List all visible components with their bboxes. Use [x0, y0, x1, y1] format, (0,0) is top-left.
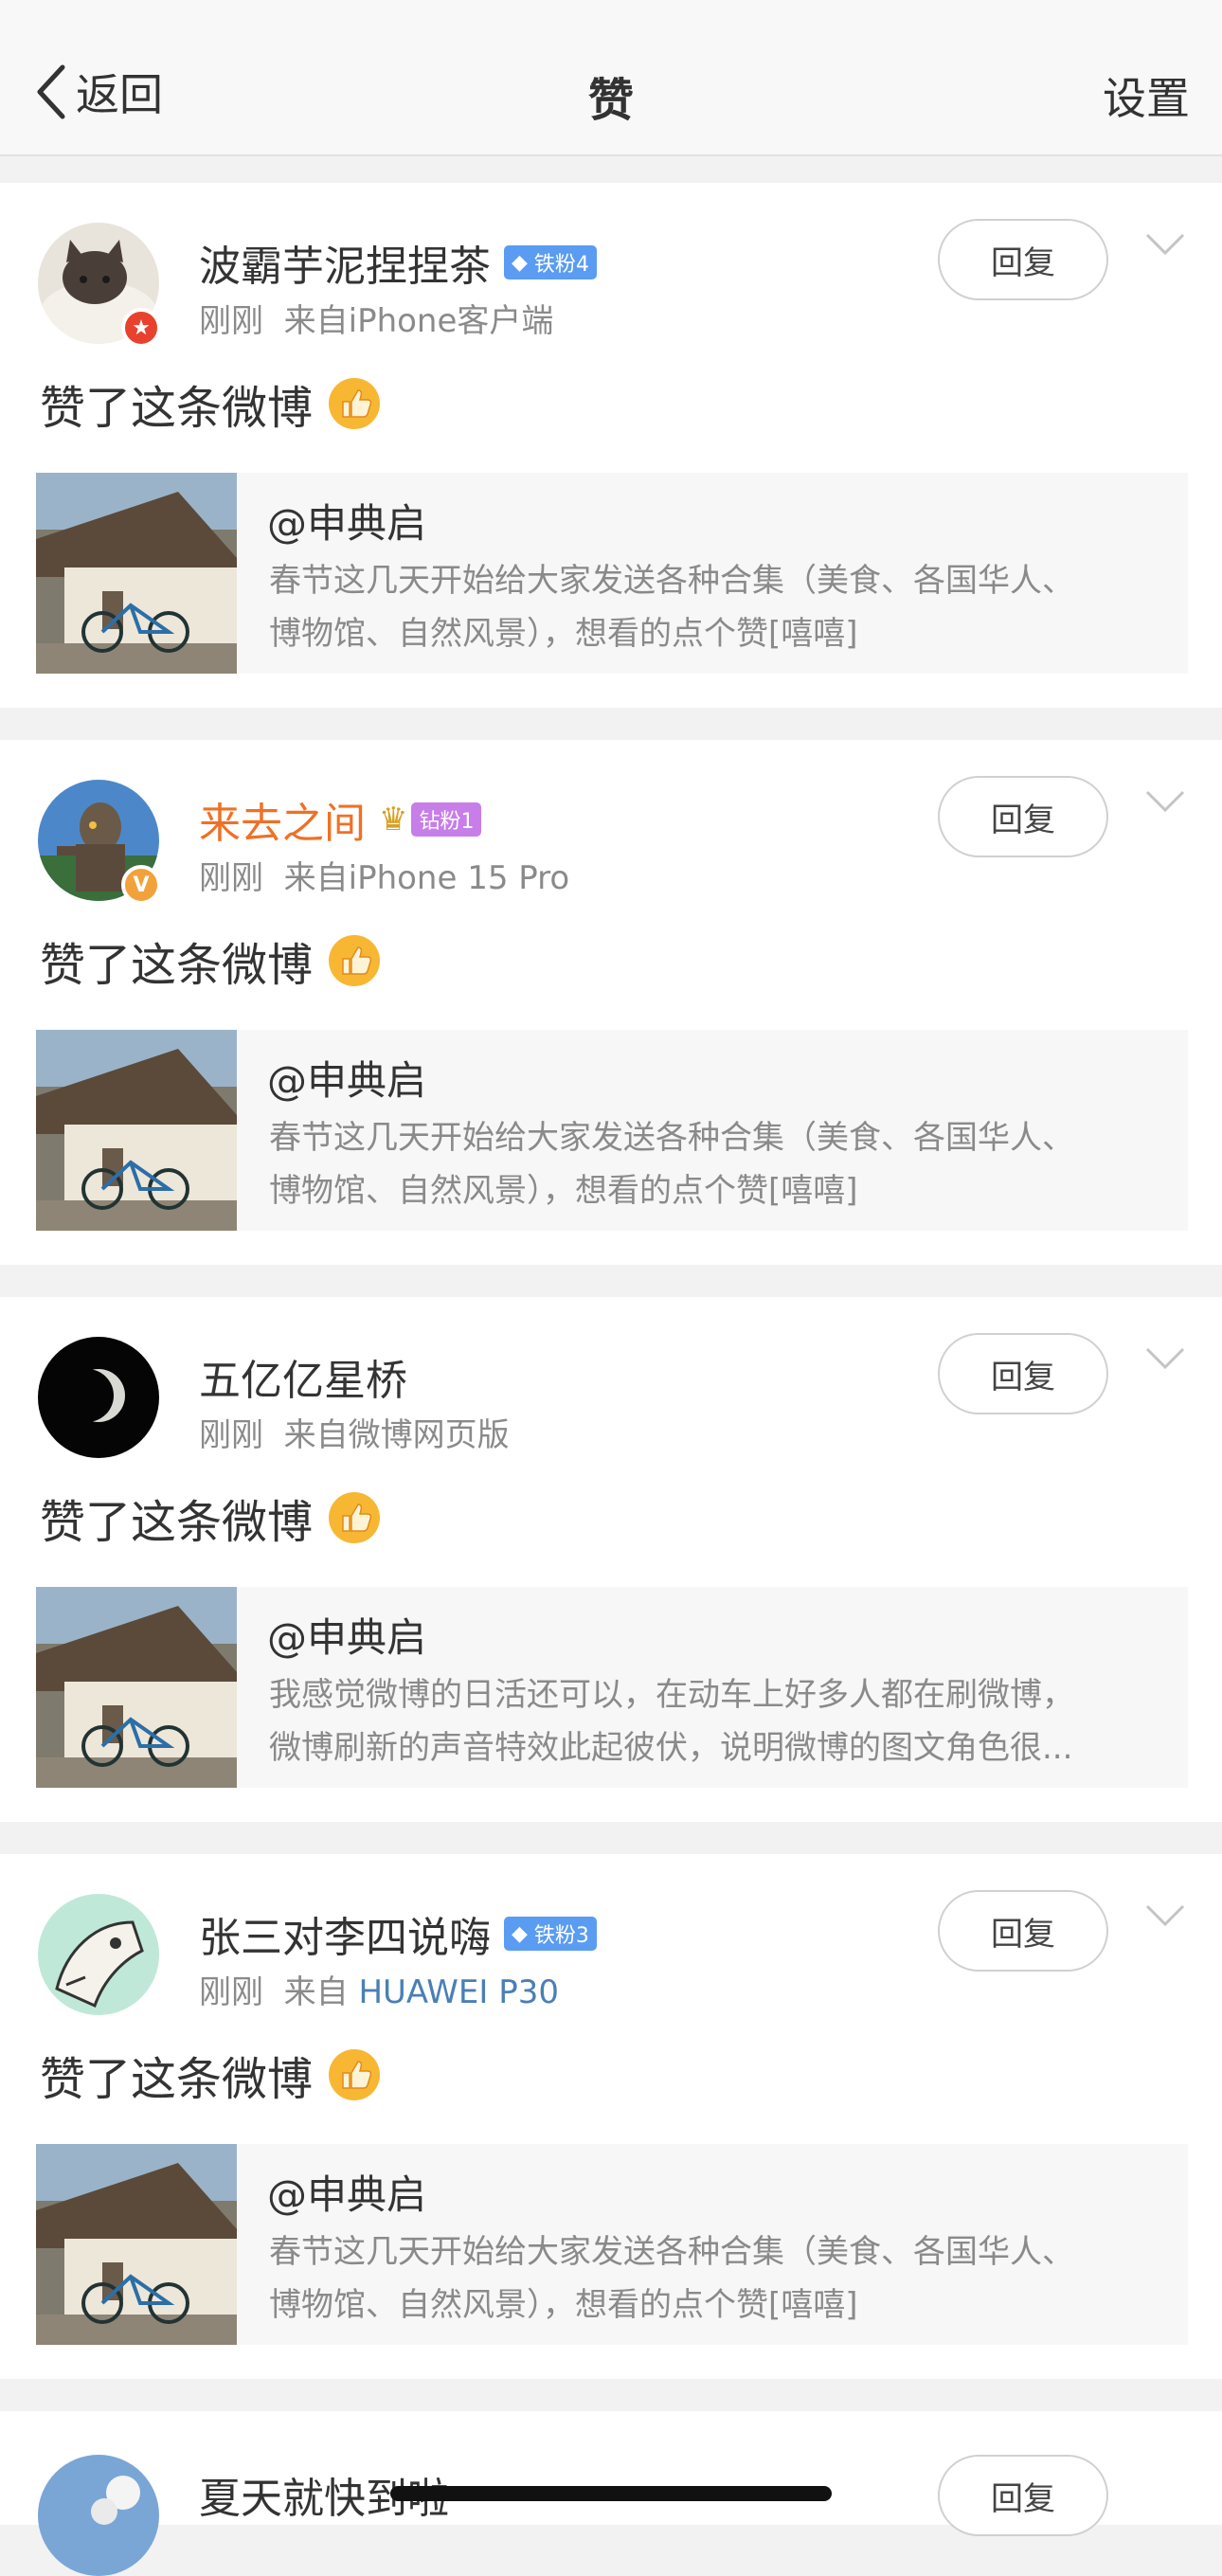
liked-text-label: 赞了这条微博	[40, 2053, 314, 2106]
post-thumbnail	[36, 1030, 237, 1231]
like-notification-card: 夏天就快到啦 回复	[0, 2411, 1222, 2576]
like-notification-card: 五亿亿星桥 刚刚 来自微博网页版 回复 赞了这条微博 @申典启 我感觉微博的日活…	[0, 1297, 1222, 1822]
quoted-excerpt: 春节这几天开始给大家发送各种合集（美食、各国华人、 博物馆、自然风景），想看的点…	[269, 554, 1141, 660]
quoted-excerpt: 春节这几天开始给大家发送各种合集（美食、各国华人、 博物馆、自然风景），想看的点…	[269, 1111, 1141, 1217]
quoted-excerpt: 我感觉微博的日活还可以，在动车上好多人都在刷微博， 微博刷新的声音特效此起彼伏，…	[269, 1668, 1141, 1774]
liked-text: 赞了这条微博	[40, 2042, 381, 2108]
fan-badge: ◆ 铁粉3	[504, 1917, 597, 1951]
chevron-down-icon[interactable]	[1144, 789, 1186, 814]
liked-text: 赞了这条微博	[40, 1485, 381, 1551]
avatar[interactable]	[38, 1894, 159, 2015]
excerpt-line: 博物馆、自然风景），想看的点个赞[嘻嘻]	[269, 615, 858, 653]
source-link[interactable]: HUAWEI P30	[358, 1973, 559, 2011]
timestamp: 刚刚	[199, 1416, 263, 1454]
excerpt-line: 春节这几天开始给大家发送各种合集（美食、各国华人、	[269, 2233, 1074, 2271]
crown-icon: ♛	[379, 801, 408, 838]
source-text: 来自iPhone客户端	[283, 302, 554, 340]
reply-button[interactable]: 回复	[938, 1333, 1108, 1414]
fan-badge-label: 铁粉3	[533, 1924, 589, 1948]
excerpt-line: 博物馆、自然风景），想看的点个赞[嘻嘻]	[269, 1172, 858, 1210]
quoted-author: @申典启	[267, 1614, 427, 1661]
liked-text-label: 赞了这条微博	[40, 382, 314, 435]
quoted-author: @申典启	[267, 2171, 427, 2218]
fan-badge-label: 钻粉1	[419, 810, 475, 834]
username[interactable]: 五亿亿星桥	[199, 1346, 407, 1407]
liked-text-label: 赞了这条微博	[40, 939, 314, 992]
source-text: 来自iPhone 15 Pro	[283, 859, 570, 897]
nav-bar: 返回 赞 设置	[0, 0, 1222, 156]
excerpt-line: 春节这几天开始给大家发送各种合集（美食、各国华人、	[269, 1119, 1074, 1157]
timestamp: 刚刚	[199, 859, 263, 897]
avatar[interactable]	[38, 1337, 159, 1458]
excerpt-line: 春节这几天开始给大家发送各种合集（美食、各国华人、	[269, 562, 1074, 600]
verified-badge-icon: ★	[121, 308, 161, 348]
quoted-post[interactable]: @申典启 春节这几天开始给大家发送各种合集（美食、各国华人、 博物馆、自然风景）…	[36, 473, 1188, 674]
thumbs-up-icon	[329, 935, 381, 986]
quoted-author: @申典启	[267, 500, 427, 547]
username[interactable]: 张三对李四说嗨 ◆ 铁粉3	[199, 1903, 597, 1964]
chevron-down-icon[interactable]	[1144, 232, 1186, 257]
verified-badge-icon: V	[121, 865, 161, 905]
quoted-post[interactable]: @申典启 我感觉微博的日活还可以，在动车上好多人都在刷微博， 微博刷新的声音特效…	[36, 1587, 1188, 1788]
username[interactable]: 波霸芋泥捏捏茶 ◆ 铁粉4	[199, 232, 597, 293]
liked-text: 赞了这条微博	[40, 928, 381, 994]
home-indicator[interactable]	[390, 2486, 832, 2501]
quoted-author: @申典启	[267, 1057, 427, 1104]
like-notification-card: 张三对李四说嗨 ◆ 铁粉3 刚刚 来自 HUAWEI P30 回复 赞了这条微博	[0, 1854, 1222, 2379]
timestamp: 刚刚	[199, 302, 263, 340]
username[interactable]: 来去之间 ♛ 钻粉1	[199, 789, 482, 850]
reply-button[interactable]: 回复	[938, 219, 1108, 300]
post-thumbnail	[36, 1587, 237, 1788]
timestamp: 刚刚	[199, 1973, 263, 2011]
quoted-excerpt: 春节这几天开始给大家发送各种合集（美食、各国华人、 博物馆、自然风景），想看的点…	[269, 2225, 1141, 2332]
excerpt-line: 我感觉微博的日活还可以，在动车上好多人都在刷微博，	[269, 1676, 1074, 1714]
quoted-post[interactable]: @申典启 春节这几天开始给大家发送各种合集（美食、各国华人、 博物馆、自然风景）…	[36, 2144, 1188, 2345]
source-text: 来自	[283, 1973, 349, 2011]
thumbs-up-icon	[329, 1492, 381, 1543]
excerpt-line: 微博刷新的声音特效此起彼伏，说明微博的图文角色很...	[269, 1729, 1073, 1767]
post-thumbnail	[36, 2144, 237, 2345]
fan-badge: ◆ 铁粉4	[504, 245, 597, 279]
like-notification-card: ★ 波霸芋泥捏捏茶 ◆ 铁粉4 刚刚 来自iPhone客户端 回复 赞了这条微博	[0, 183, 1222, 708]
fan-badge: 钻粉1	[411, 802, 482, 837]
reply-button[interactable]: 回复	[938, 2455, 1108, 2536]
thumbs-up-icon	[329, 378, 381, 429]
username-text: 张三对李四说嗨	[199, 1914, 491, 1962]
avatar[interactable]	[38, 2455, 159, 2576]
reply-button[interactable]: 回复	[938, 776, 1108, 857]
like-notification-card: V 来去之间 ♛ 钻粉1 刚刚 来自iPhone 15 Pro 回复 赞了这条微…	[0, 740, 1222, 1265]
username-text: 波霸芋泥捏捏茶	[199, 243, 491, 291]
settings-button[interactable]: 设置	[1103, 64, 1190, 127]
liked-text-label: 赞了这条微博	[40, 1496, 314, 1549]
fan-badge-label: 铁粉4	[533, 253, 589, 277]
reply-button[interactable]: 回复	[938, 1890, 1108, 1972]
post-thumbnail	[36, 473, 237, 674]
source-text: 来自微博网页版	[283, 1416, 510, 1454]
chevron-down-icon[interactable]	[1144, 1903, 1186, 1928]
post-meta: 刚刚 来自微博网页版	[199, 1409, 510, 1455]
quoted-post[interactable]: @申典启 春节这几天开始给大家发送各种合集（美食、各国华人、 博物馆、自然风景）…	[36, 1030, 1188, 1231]
liked-text: 赞了这条微博	[40, 370, 381, 437]
thumbs-up-icon	[329, 2049, 381, 2100]
post-meta: 刚刚 来自iPhone客户端	[199, 295, 553, 341]
post-meta: 刚刚 来自iPhone 15 Pro	[199, 852, 569, 898]
chevron-down-icon[interactable]	[1144, 1346, 1186, 1371]
username-text: 来去之间	[199, 800, 366, 848]
username-text: 五亿亿星桥	[199, 1357, 407, 1405]
excerpt-line: 博物馆、自然风景），想看的点个赞[嘻嘻]	[269, 2286, 858, 2324]
post-meta: 刚刚 来自 HUAWEI P30	[199, 1966, 559, 2012]
page-title: 赞	[587, 74, 634, 127]
